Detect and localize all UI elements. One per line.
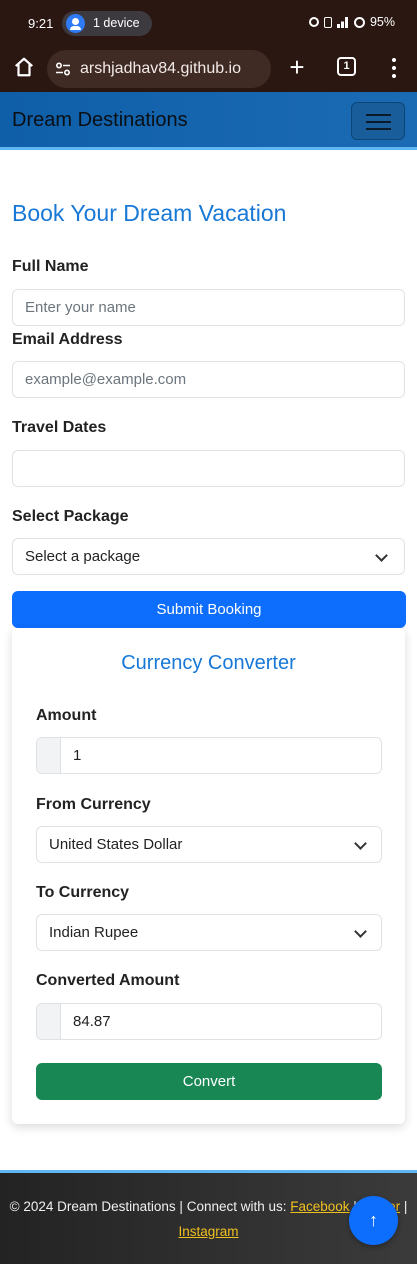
full-name-label: Full Name [12,258,89,275]
convert-button[interactable]: Convert [36,1063,382,1100]
submit-booking-button[interactable]: Submit Booking [12,591,406,628]
battery-icon [353,16,365,28]
from-currency-label: From Currency [36,796,151,813]
currency-converter-card: Currency Converter Amount 1 From Currenc… [12,628,405,1124]
navbar-brand[interactable]: Dream Destinations [12,109,188,132]
booking-form-title: Book Your Dream Vacation [12,200,287,226]
package-label: Select Package [12,508,129,525]
amount-value: 1 [73,747,82,764]
scroll-to-top-button[interactable]: ↑ [349,1196,398,1245]
signal-icon [336,16,349,28]
status-bar: 9:21 1 device 95% [0,0,417,46]
footer-copyright: © 2024 Dream Destinations | Connect with… [9,1199,291,1214]
browser-toolbar: arshjadhav84.github.io + 1 [0,46,417,92]
converted-amount-label: Converted Amount [36,972,180,989]
converted-amount-field[interactable]: 84.87 [36,1003,382,1040]
amount-label: Amount [36,707,97,724]
to-currency-select[interactable]: Indian Rupee [36,914,382,951]
new-tab-button[interactable]: + [284,52,310,84]
status-icons: 95% [308,15,395,29]
converted-addon [37,1004,61,1039]
instagram-link[interactable]: Instagram [178,1224,238,1239]
to-currency-label: To Currency [36,884,130,901]
device-pill-label: 1 device [93,16,140,30]
travel-dates-label: Travel Dates [12,419,107,436]
connected-device-pill[interactable]: 1 device [62,11,152,36]
amount-input[interactable]: 1 [36,737,382,774]
email-input[interactable]: example@example.com [12,361,405,398]
package-select-value: Select a package [25,548,141,565]
browser-menu-icon[interactable] [385,56,403,80]
converted-amount-value: 84.87 [73,1013,111,1030]
hamburger-menu-button[interactable] [351,102,405,140]
site-settings-icon[interactable] [55,61,71,77]
tab-switcher-button[interactable]: 1 [337,57,356,76]
address-bar[interactable]: arshjadhav84.github.io [47,50,271,88]
device-user-icon [66,14,85,33]
facebook-link[interactable]: Facebook [290,1199,349,1214]
travel-dates-input[interactable] [12,450,405,487]
home-icon[interactable] [13,56,35,78]
url-text: arshjadhav84.github.io [80,60,242,77]
package-select[interactable]: Select a package [12,538,405,575]
vibrate-icon [323,16,332,28]
from-currency-value: United States Dollar [49,836,183,853]
footer-separator: | [400,1199,408,1214]
full-name-input[interactable]: Enter your name [12,289,405,326]
from-currency-select[interactable]: United States Dollar [36,826,382,863]
battery-percent: 95% [369,15,395,29]
bottom-edge [0,1264,417,1280]
amount-addon [37,738,61,773]
alarm-icon [308,17,319,27]
to-currency-value: Indian Rupee [49,924,139,941]
status-time: 9:21 [28,16,54,31]
email-label: Email Address [12,331,123,348]
currency-converter-title: Currency Converter [121,652,296,674]
navbar: Dream Destinations [0,92,417,150]
